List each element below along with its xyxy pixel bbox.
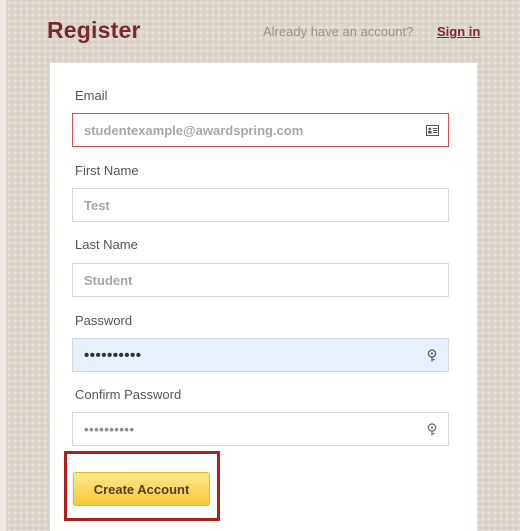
password-label: Password (75, 313, 133, 328)
first-name-label: First Name (75, 163, 139, 178)
confirm-password-value: •••••••••• (84, 421, 135, 437)
last-name-label: Last Name (75, 237, 138, 252)
page-title: Register (47, 17, 141, 43)
last-name-value: Student (84, 272, 133, 288)
create-account-button[interactable]: Create Account (73, 472, 210, 506)
email-value: studentexample@awardspring.com (84, 122, 304, 138)
first-name-field[interactable]: Test (72, 188, 449, 222)
password-field[interactable]: •••••••••• (72, 338, 449, 372)
key-icon[interactable] (425, 348, 439, 362)
key-icon[interactable] (425, 422, 439, 436)
already-account-text: Already have an account? (263, 24, 414, 39)
contact-card-icon[interactable] (425, 123, 439, 137)
first-name-value: Test (84, 197, 110, 213)
page-edge (0, 0, 6, 531)
confirm-password-field[interactable]: •••••••••• (72, 412, 449, 446)
confirm-password-label: Confirm Password (75, 387, 182, 402)
email-label: Email (75, 88, 108, 103)
email-field[interactable]: studentexample@awardspring.com (72, 113, 449, 147)
last-name-field[interactable]: Student (72, 263, 449, 297)
sign-in-link[interactable]: Sign in (437, 24, 480, 39)
register-header: Register Already have an account? Sign i… (0, 0, 520, 60)
password-value: •••••••••• (84, 346, 142, 364)
